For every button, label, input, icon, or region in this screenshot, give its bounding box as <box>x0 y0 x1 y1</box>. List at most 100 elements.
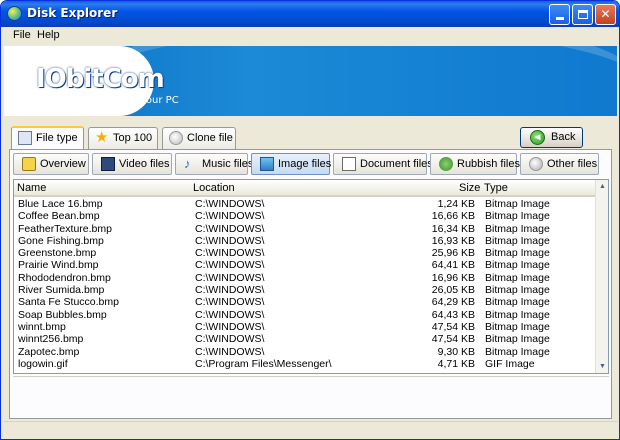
rubbish-icon <box>439 157 453 171</box>
tab-file-type[interactable]: File type <box>11 126 84 150</box>
table-row[interactable]: Coffee Bean.bmp C:\WINDOWS\ 16,66 KB Bitmap… <box>14 210 597 222</box>
logo: IObitCom <box>36 64 165 94</box>
cell-type: Bitmap Image <box>485 198 550 210</box>
cell-type: Bitmap Image <box>485 210 550 223</box>
maximize-icon <box>577 10 588 19</box>
tab-label: Image files <box>278 158 332 170</box>
minimize-icon <box>555 17 564 20</box>
list-header: Name Location Size Type <box>14 180 597 197</box>
cell-type: Bitmap Image <box>485 345 550 358</box>
tab-clone-file[interactable]: Clone file <box>162 127 236 149</box>
table-row[interactable]: Soap Bubbles.bmp C:\WINDOWS\ 64,43 KB Bitma… <box>14 309 597 321</box>
cell-size: 47,54 KB <box>431 333 475 346</box>
star-icon: ★ <box>95 129 109 146</box>
cell-location: C:\WINDOWS\ <box>195 247 265 260</box>
cell-size: 64,41 KB <box>431 259 475 272</box>
cell-name: logowin.gif <box>18 357 68 370</box>
cell-type: Bitmap Image <box>485 333 550 346</box>
tab-video-files[interactable]: Video files <box>92 153 172 175</box>
banner: IObitCom Care For Your PC <box>4 46 617 116</box>
video-icon <box>101 157 115 171</box>
horizontal-divider <box>13 376 609 386</box>
close-button[interactable]: ✕ <box>595 4 616 25</box>
table-row[interactable]: winnt.bmp C:\WINDOWS\ 47,54 KB Bitmap Image <box>14 321 597 333</box>
document-icon <box>342 157 356 171</box>
cell-location: C:\WINDOWS\ <box>195 320 265 333</box>
column-header-name[interactable]: Name <box>17 182 46 194</box>
cell-type: Bitmap Image <box>485 222 550 235</box>
overview-icon <box>22 157 36 171</box>
tab-document-files[interactable]: Document files <box>333 153 433 175</box>
tab-image-files[interactable]: Image files <box>251 153 332 175</box>
column-header-location[interactable]: Location <box>193 182 235 194</box>
column-header-type[interactable]: Type <box>484 182 508 194</box>
status-bar <box>4 421 618 439</box>
table-row[interactable]: Zapotec.bmp C:\WINDOWS\ 9,30 KB Bitmap Imag… <box>14 346 597 358</box>
tab-top-100[interactable]: ★ Top 100 <box>88 127 158 149</box>
table-row[interactable]: winnt256.bmp C:\WINDOWS\ 47,54 KB Bitmap Im… <box>14 333 597 345</box>
cell-name: Prairie Wind.bmp <box>18 259 99 272</box>
cell-size: 47,54 KB <box>431 320 475 333</box>
menu-bar: File Help <box>4 27 618 45</box>
tab-label: Overview <box>40 158 86 170</box>
cell-size: 16,34 KB <box>431 222 475 235</box>
cell-location: C:\WINDOWS\ <box>195 296 265 309</box>
cell-type: Bitmap Image <box>485 296 550 309</box>
cell-size: 16,93 KB <box>431 234 475 247</box>
tab-overview[interactable]: Overview <box>13 153 89 175</box>
back-arrow-icon: ◄ <box>530 130 545 145</box>
back-button[interactable]: ◄ Back <box>520 127 583 148</box>
scroll-up-icon[interactable]: ▲ <box>596 180 608 193</box>
scroll-down-icon[interactable]: ▼ <box>596 360 608 373</box>
tab-label: Music files <box>202 158 254 170</box>
window-title: Disk Explorer <box>27 6 118 20</box>
table-row[interactable]: Gone Fishing.bmp C:\WINDOWS\ 16,93 KB Bitma… <box>14 235 597 247</box>
table-row[interactable]: Rhododendron.bmp C:\WINDOWS\ 16,96 KB Bitma… <box>14 272 597 284</box>
title-bar[interactable]: Disk Explorer ✕ <box>1 1 619 27</box>
cell-name: FeatherTexture.bmp <box>18 222 112 235</box>
tab-label: Document files <box>360 158 433 170</box>
tab-music-files[interactable]: ♪ Music files <box>175 153 253 175</box>
other-icon <box>529 157 543 171</box>
column-header-size[interactable]: Size <box>459 182 480 194</box>
cell-name: Santa Fe Stucco.bmp <box>18 296 119 309</box>
cell-name: Zapotec.bmp <box>18 345 80 358</box>
cell-location: C:\WINDOWS\ <box>195 222 265 235</box>
table-row[interactable]: Greenstone.bmp C:\WINDOWS\ 25,96 KB Bitmap … <box>14 247 597 259</box>
table-row[interactable]: logowin.gif C:\Program Files\Messenger\ 4,… <box>14 358 597 370</box>
cell-name: Soap Bubbles.bmp <box>18 308 107 321</box>
table-row[interactable]: Blue Lace 16.bmp C:\WINDOWS\ 1,24 KB Bitmap… <box>14 198 597 210</box>
image-icon <box>260 157 274 171</box>
maximize-button[interactable] <box>572 4 593 25</box>
tab-other-files[interactable]: Other files <box>520 153 599 175</box>
list-rows: Blue Lace 16.bmp C:\WINDOWS\ 1,24 KB Bitmap… <box>14 198 597 370</box>
vertical-scrollbar[interactable]: ▲ ▼ <box>595 180 608 373</box>
minimize-button[interactable] <box>549 4 570 25</box>
close-icon: ✕ <box>600 7 611 21</box>
cell-location: C:\WINDOWS\ <box>195 234 265 247</box>
cell-type: Bitmap Image <box>485 284 550 297</box>
tab-label: Video files <box>119 158 170 170</box>
table-row[interactable]: River Sumida.bmp C:\WINDOWS\ 26,05 KB Bitma… <box>14 284 597 296</box>
tab-rubbish-files[interactable]: Rubbish files <box>430 153 520 175</box>
cell-size: 1,24 KB <box>437 198 475 210</box>
cell-location: C:\WINDOWS\ <box>195 259 265 272</box>
cell-size: 26,05 KB <box>431 284 475 297</box>
cell-name: Greenstone.bmp <box>18 247 97 260</box>
cell-name: Coffee Bean.bmp <box>18 210 100 223</box>
cell-type: Bitmap Image <box>485 308 550 321</box>
tab-label: Clone file <box>187 132 233 144</box>
cell-name: winnt.bmp <box>18 320 66 333</box>
cell-location: C:\WINDOWS\ <box>195 198 265 210</box>
cell-type: Bitmap Image <box>485 247 550 260</box>
sub-tabs: Overview Video files ♪ Music files Image… <box>13 153 609 175</box>
menu-help[interactable]: Help <box>37 29 60 41</box>
tab-label: Rubbish files <box>457 158 520 170</box>
table-row[interactable]: FeatherTexture.bmp C:\WINDOWS\ 16,34 KB Bit… <box>14 223 597 235</box>
cell-name: Blue Lace 16.bmp <box>18 198 103 210</box>
cell-type: Bitmap Image <box>485 234 550 247</box>
table-row[interactable]: Santa Fe Stucco.bmp C:\WINDOWS\ 64,29 KB Bi… <box>14 296 597 308</box>
table-row[interactable]: Prairie Wind.bmp C:\WINDOWS\ 64,41 KB Bitma… <box>14 259 597 271</box>
file-list[interactable]: Name Location Size Type Blue Lace 16.bmp… <box>13 179 609 374</box>
menu-file[interactable]: File <box>13 29 31 41</box>
